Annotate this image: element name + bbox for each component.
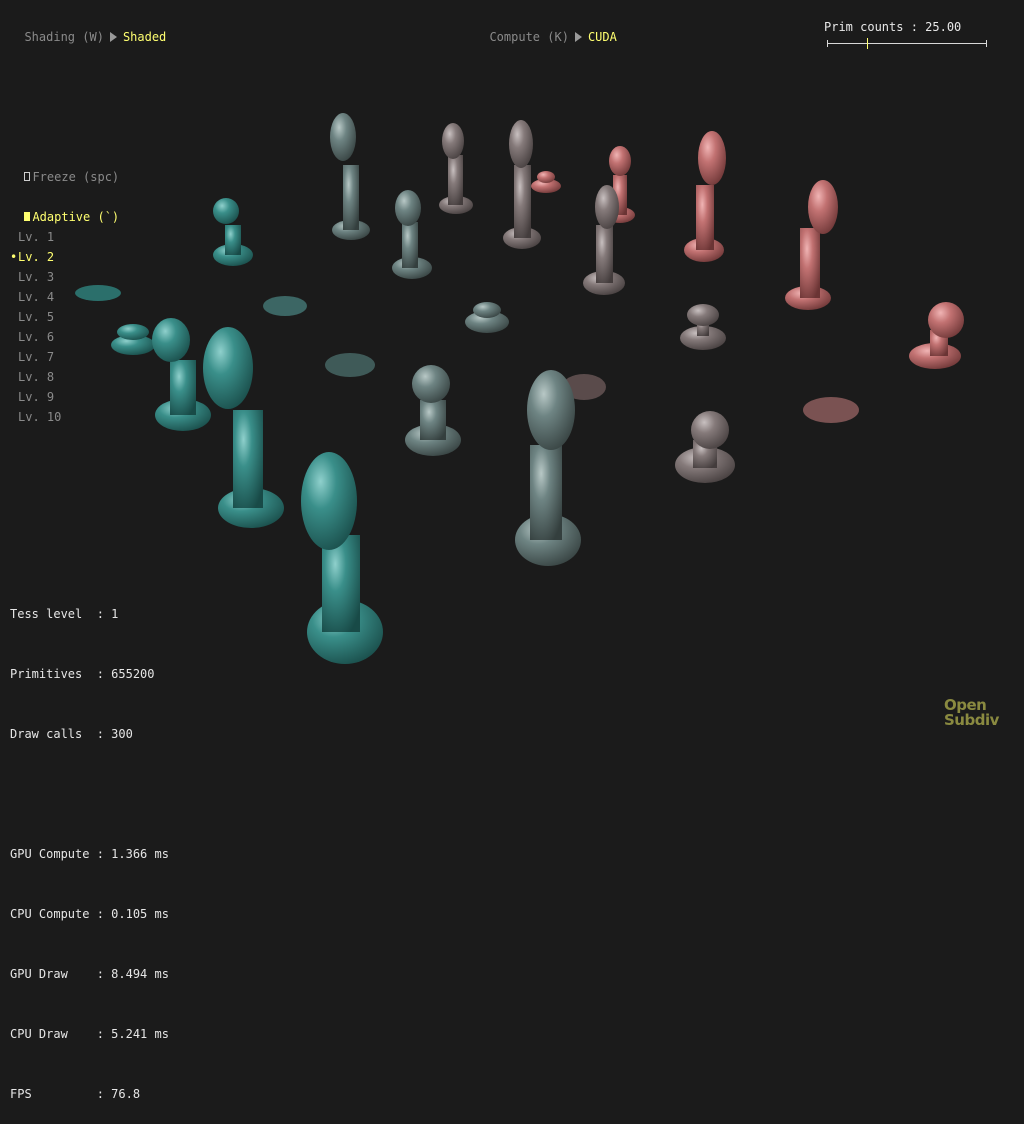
level-label: Lv. 2 <box>18 250 55 264</box>
slider-max-tick <box>986 40 987 47</box>
opensubdiv-logo: Open Subdiv <box>944 698 999 728</box>
pawn-piece <box>675 411 735 483</box>
shading-mode-value: Shaded <box>122 30 167 44</box>
radio-empty-icon <box>10 347 18 367</box>
level-label: Lv. 8 <box>18 370 55 384</box>
slider-min-tick <box>827 40 828 47</box>
level-radio-item[interactable]: Lv. 5 <box>10 307 90 327</box>
flat-disc <box>325 353 375 377</box>
flat-disc <box>263 296 307 316</box>
pawn-piece <box>152 318 211 431</box>
checkbox-checked-icon <box>24 212 31 221</box>
logo-line-2: Subdiv <box>944 711 999 729</box>
freeze-label: Freeze (spc) <box>32 170 120 184</box>
radio-empty-icon <box>10 327 18 347</box>
level-label: Lv. 6 <box>18 330 55 344</box>
bishop-piece <box>515 370 581 566</box>
bishop-piece <box>684 131 726 262</box>
arrow-right-icon <box>109 32 117 42</box>
bishop-piece <box>392 190 432 279</box>
primitives-stat: Primitives : 655200 <box>10 667 155 681</box>
radio-empty-icon <box>10 287 18 307</box>
level-radio-item[interactable]: Lv. 9 <box>10 387 90 407</box>
prim-counts-label: Prim counts : 25.00 <box>824 20 962 34</box>
gpu-compute-stat: GPU Compute : 1.366 ms <box>10 847 169 861</box>
level-label: Lv. 3 <box>18 270 55 284</box>
arrow-right-icon <box>574 32 582 42</box>
tess-level-stat: Tess level : 1 <box>10 607 119 621</box>
shading-mode-selector[interactable]: Shading (W) Shaded <box>10 7 166 47</box>
compute-mode-value: CUDA <box>587 30 617 44</box>
level-radio-item[interactable]: Lv. 3 <box>10 267 90 287</box>
short-piece <box>111 324 155 355</box>
bishop-piece <box>439 123 473 214</box>
prim-counts-slider-thumb[interactable] <box>867 38 868 49</box>
draw-calls-stat: Draw calls : 300 <box>10 727 133 741</box>
radio-selected-icon: • <box>10 250 18 264</box>
level-label: Lv. 5 <box>18 310 55 324</box>
adaptive-label: Adaptive (`) <box>32 210 120 224</box>
pawn-piece <box>405 365 461 456</box>
level-label: Lv. 1 <box>18 230 55 244</box>
bishop-piece <box>203 327 284 528</box>
level-radio-item[interactable]: Lv. 7 <box>10 347 90 367</box>
compute-mode-label: Compute (K) <box>489 30 569 44</box>
flat-disc <box>803 397 859 423</box>
level-radio-item[interactable]: Lv. 10 <box>10 407 90 427</box>
radio-empty-icon <box>10 367 18 387</box>
radio-empty-icon <box>10 387 18 407</box>
short-piece <box>680 304 726 350</box>
pawn-piece <box>213 198 253 266</box>
freeze-checkbox[interactable]: Freeze (spc) <box>10 147 119 187</box>
level-radio-item[interactable]: Lv. 1 <box>10 227 90 247</box>
level-radio-item[interactable]: Lv. 6 <box>10 327 90 347</box>
radio-empty-icon <box>10 267 18 287</box>
cpu-draw-stat: CPU Draw : 5.241 ms <box>10 1027 169 1041</box>
pawn-piece <box>909 302 964 369</box>
adaptive-checkbox[interactable]: Adaptive (`) <box>10 187 119 227</box>
cpu-compute-stat: CPU Compute : 0.105 ms <box>10 907 169 921</box>
radio-empty-icon <box>10 407 18 427</box>
level-label: Lv. 10 <box>18 410 62 424</box>
short-piece <box>531 171 561 193</box>
compute-mode-selector[interactable]: Compute (K) CUDA <box>475 7 617 47</box>
shading-mode-label: Shading (W) <box>24 30 104 44</box>
level-label: Lv. 4 <box>18 290 55 304</box>
bishop-piece <box>330 113 370 240</box>
checkbox-icon <box>24 172 31 181</box>
short-piece <box>465 302 509 333</box>
radio-empty-icon <box>10 227 18 247</box>
level-radio-item[interactable]: •Lv. 2 <box>10 247 90 267</box>
bishop-piece <box>301 452 383 664</box>
bishop-piece <box>785 180 838 310</box>
gpu-draw-stat: GPU Draw : 8.494 ms <box>10 967 169 981</box>
fps-stat: FPS : 76.8 <box>10 1087 141 1101</box>
level-label: Lv. 9 <box>18 390 55 404</box>
prim-counts-slider-track[interactable] <box>827 43 987 44</box>
stats-panel: Tess level : 1 Primitives : 655200 Draw … <box>10 564 169 1124</box>
level-radio-item[interactable]: Lv. 8 <box>10 367 90 387</box>
level-label: Lv. 7 <box>18 350 55 364</box>
radio-empty-icon <box>10 307 18 327</box>
level-radio-item[interactable]: Lv. 4 <box>10 287 90 307</box>
